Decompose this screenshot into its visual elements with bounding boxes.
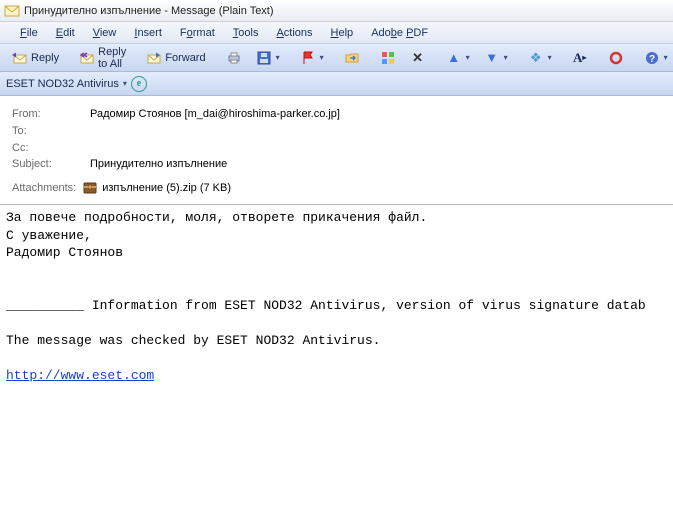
from-row: From: Радомир Стоянов [m_dai@hiroshima-p… [12, 106, 661, 122]
attachments-row: Attachments: изпълнение (5).zip (7 KB) [12, 172, 661, 198]
save-button[interactable]: ▾ [250, 47, 286, 69]
menu-edit[interactable]: Edit [48, 25, 83, 41]
message-headers: From: Радомир Стоянов [m_dai@hiroshima-p… [0, 96, 673, 205]
help-icon: ? [644, 50, 660, 66]
help-button[interactable]: ? ▾ [638, 47, 673, 69]
acrobat-icon [608, 50, 624, 66]
forward-label: Forward [165, 52, 205, 64]
window-title: Принудително изпълнение - Message (Plain… [24, 5, 274, 17]
menu-format[interactable]: Format [172, 25, 223, 41]
font-button[interactable]: A▸ [566, 47, 594, 69]
arrow-up-icon: ▲ [446, 50, 462, 66]
from-value: Радомир Стоянов [m_dai@hiroshima-parker.… [90, 108, 340, 120]
to-label: To: [12, 125, 90, 137]
menu-tools[interactable]: Tools [225, 25, 267, 41]
junk-button[interactable]: ❖ ▾ [522, 47, 558, 69]
reply-label: Reply [31, 52, 59, 64]
eset-icon[interactable]: e [131, 76, 147, 92]
titlebar: Принудително изпълнение - Message (Plain… [0, 0, 673, 22]
menu-insert[interactable]: Insert [126, 25, 170, 41]
mail-icon [4, 3, 20, 19]
move-folder-button[interactable] [338, 47, 366, 69]
chevron-down-icon: ▾ [548, 53, 552, 62]
categorize-button[interactable] [374, 47, 402, 69]
categories-icon [380, 50, 396, 66]
cc-label: Cc: [12, 142, 90, 154]
from-label: From: [12, 108, 90, 120]
print-icon [226, 50, 242, 66]
chevron-down-icon: ▾ [320, 53, 324, 62]
arrow-down-icon: ▼ [484, 50, 500, 66]
flag-button[interactable]: ▾ [294, 47, 330, 69]
subject-row: Subject: Принудително изпълнение [12, 156, 661, 172]
to-row: To: [12, 122, 661, 140]
reply-all-icon [79, 50, 95, 66]
to-value [90, 124, 170, 138]
cc-row: Cc: [12, 140, 661, 156]
font-icon: A▸ [572, 50, 588, 66]
zip-icon [82, 180, 98, 196]
junk-icon: ❖ [528, 50, 544, 66]
forward-icon [146, 50, 162, 66]
forward-button[interactable]: Forward [140, 47, 211, 69]
attachment-label: Attachments: [12, 182, 76, 194]
chevron-down-icon: ▾ [466, 53, 470, 62]
message-body[interactable]: За повече подробности, моля, отворете пр… [0, 205, 673, 388]
body-line: С уважение, [6, 228, 92, 243]
reply-icon [12, 50, 28, 66]
subject-value: Принудително изпълнение [90, 158, 227, 170]
menu-adobe-pdf[interactable]: Adobe PDF [363, 25, 436, 41]
chevron-down-icon: ▾ [664, 53, 668, 62]
print-button[interactable] [220, 47, 248, 69]
menu-view[interactable]: View [85, 25, 125, 41]
next-button[interactable]: ▼ ▾ [478, 47, 514, 69]
body-line: Радомир Стоянов [6, 245, 123, 260]
body-eset-checked: The message was checked by ESET NOD32 An… [6, 333, 380, 348]
floppy-icon [256, 50, 272, 66]
folder-arrow-icon [344, 50, 360, 66]
delete-icon: ✕ [410, 50, 426, 66]
reply-all-label: Reply to All [98, 46, 126, 70]
reply-all-button[interactable]: Reply to All [73, 43, 132, 73]
subject-label: Subject: [12, 158, 90, 170]
delete-button[interactable]: ✕ [404, 47, 432, 69]
acrobat-button[interactable] [602, 47, 630, 69]
eset-label[interactable]: ESET NOD32 Antivirus [6, 78, 119, 90]
menu-file[interactable]: File [12, 25, 46, 41]
menubar: File Edit View Insert Format Tools Actio… [0, 22, 673, 44]
reply-button[interactable]: Reply [6, 47, 65, 69]
menu-help[interactable]: Help [323, 25, 362, 41]
flag-icon [300, 50, 316, 66]
body-line: За повече подробности, моля, отворете пр… [6, 210, 427, 225]
toolbar: Reply Reply to All Forward ▾ ▾ [0, 44, 673, 72]
svg-text:?: ? [649, 54, 655, 65]
attachment-filename[interactable]: изпълнение (5).zip (7 KB) [102, 182, 231, 194]
chevron-down-icon: ▾ [276, 53, 280, 62]
eset-toolbar: ESET NOD32 Antivirus ▾ e [0, 72, 673, 96]
previous-button[interactable]: ▲ ▾ [440, 47, 476, 69]
menu-actions[interactable]: Actions [268, 25, 320, 41]
chevron-down-icon[interactable]: ▾ [123, 79, 127, 88]
eset-link[interactable]: http://www.eset.com [6, 368, 154, 383]
chevron-down-icon: ▾ [504, 53, 508, 62]
body-eset-info: __________ Information from ESET NOD32 A… [6, 298, 646, 313]
